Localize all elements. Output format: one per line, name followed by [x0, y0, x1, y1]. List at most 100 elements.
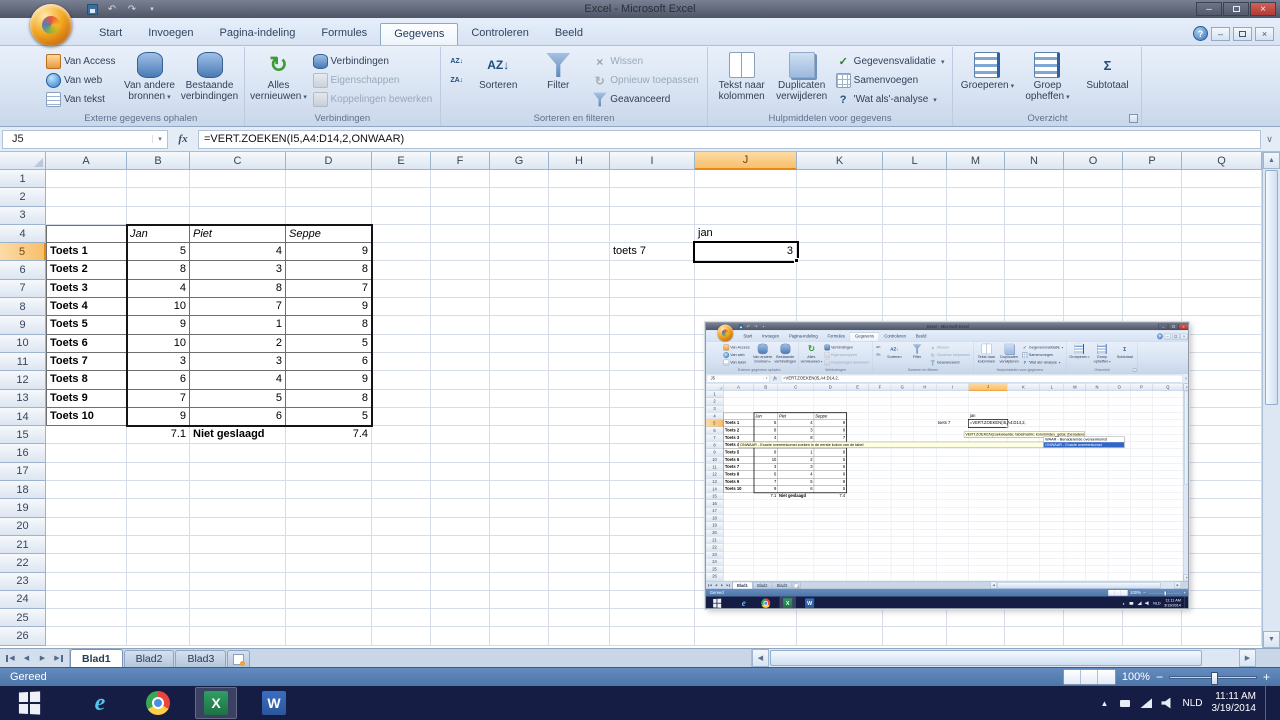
cell-H25[interactable] [549, 609, 610, 628]
cell-M5[interactable] [947, 243, 1005, 262]
cell-M7[interactable] [947, 279, 1005, 299]
cell-E25[interactable] [372, 609, 431, 628]
cell-M1[interactable] [947, 170, 1005, 189]
cell-D24[interactable] [286, 590, 372, 610]
cell-C18[interactable] [190, 481, 286, 500]
cell-B14[interactable]: 9 [127, 407, 190, 427]
cell-C21[interactable] [190, 535, 286, 555]
cell-C4[interactable]: Piet [190, 224, 286, 244]
first-sheet-button[interactable]: ◀ [3, 652, 18, 665]
cell-Q17[interactable] [1182, 462, 1262, 482]
row-header-12[interactable]: 12 [0, 371, 46, 390]
cell-E7[interactable] [372, 279, 431, 299]
cell-E8[interactable] [372, 298, 431, 317]
cell-G11[interactable] [490, 352, 549, 372]
cell-B10[interactable]: 10 [127, 334, 190, 353]
cell-Q16[interactable] [1182, 444, 1262, 463]
samenvoegen-button[interactable]: Samenvoegen [833, 72, 948, 89]
cell-A11[interactable]: Toets 7 [46, 352, 127, 372]
cell-J7[interactable] [695, 279, 797, 299]
cell-A2[interactable] [46, 188, 127, 207]
cell-L8[interactable] [883, 298, 947, 317]
cell-O5[interactable] [1064, 243, 1123, 262]
cell-Q12[interactable] [1182, 371, 1262, 390]
cell-Q21[interactable] [1182, 535, 1262, 555]
cell-N8[interactable] [1005, 298, 1064, 317]
cell-I18[interactable] [610, 481, 695, 500]
column-header-C[interactable]: C [190, 152, 286, 170]
row-header-20[interactable]: 20 [0, 517, 46, 536]
zoom-out-icon[interactable]: − [1156, 670, 1163, 684]
cell-F17[interactable] [431, 462, 490, 482]
column-header-Q[interactable]: Q [1182, 152, 1262, 170]
cell-G4[interactable] [490, 224, 549, 244]
cell-H15[interactable] [549, 426, 610, 445]
cell-K5[interactable] [797, 243, 883, 262]
tray-power-icon[interactable] [1119, 697, 1131, 709]
cell-I15[interactable] [610, 426, 695, 445]
cell-O2[interactable] [1064, 188, 1123, 207]
cell-C6[interactable]: 3 [190, 261, 286, 280]
cell-F13[interactable] [431, 389, 490, 408]
workbook-minimize-button[interactable]: – [1211, 26, 1230, 41]
vertical-scrollbar[interactable]: ▲ ▼ [1262, 152, 1280, 648]
cell-O3[interactable] [1064, 206, 1123, 225]
cell-P4[interactable] [1123, 224, 1182, 244]
sort-za-small-button[interactable]: ZA↓ [446, 72, 467, 89]
cell-K25[interactable] [797, 609, 883, 628]
cell-C22[interactable] [190, 554, 286, 573]
cell-G1[interactable] [490, 170, 549, 189]
cell-D4[interactable]: Seppe [286, 224, 372, 244]
verbindingen-button[interactable]: Verbindingen [310, 53, 436, 70]
cell-H4[interactable] [549, 224, 610, 244]
cell-Q8[interactable] [1182, 298, 1262, 317]
cell-C15[interactable]: Niet geslaagd [190, 426, 286, 445]
cell-A10[interactable]: Toets 6 [46, 334, 127, 353]
cell-Q9[interactable] [1182, 316, 1262, 335]
cell-Q15[interactable] [1182, 426, 1262, 445]
cell-B21[interactable] [127, 535, 190, 555]
row-header-13[interactable]: 13 [0, 389, 46, 408]
cell-E5[interactable] [372, 243, 431, 262]
cell-I3[interactable] [610, 206, 695, 225]
cell-G16[interactable] [490, 444, 549, 463]
cell-C13[interactable]: 5 [190, 389, 286, 408]
start-button[interactable] [0, 686, 58, 720]
cell-B12[interactable]: 6 [127, 371, 190, 390]
cell-A6[interactable]: Toets 2 [46, 261, 127, 280]
cell-F18[interactable] [431, 481, 490, 500]
cell-G12[interactable] [490, 371, 549, 390]
cell-H2[interactable] [549, 188, 610, 207]
cell-A17[interactable] [46, 462, 127, 482]
cell-E24[interactable] [372, 590, 431, 610]
cell-G17[interactable] [490, 462, 549, 482]
cell-Q5[interactable] [1182, 243, 1262, 262]
sort-az-small-button[interactable]: AZ↓ [446, 53, 467, 70]
cell-P5[interactable] [1123, 243, 1182, 262]
cell-C24[interactable] [190, 590, 286, 610]
cell-Q26[interactable] [1182, 627, 1262, 646]
row-header-10[interactable]: 10 [0, 334, 46, 353]
cell-G26[interactable] [490, 627, 549, 646]
cell-J25[interactable] [695, 609, 797, 628]
cell-H14[interactable] [549, 407, 610, 427]
cell-O25[interactable] [1064, 609, 1123, 628]
cell-H10[interactable] [549, 334, 610, 353]
row-header-8[interactable]: 8 [0, 298, 46, 317]
cell-A15[interactable] [46, 426, 127, 445]
cell-D20[interactable] [286, 517, 372, 536]
cell-I19[interactable] [610, 499, 695, 518]
cell-D10[interactable]: 5 [286, 334, 372, 353]
column-header-B[interactable]: B [127, 152, 190, 170]
cell-E10[interactable] [372, 334, 431, 353]
cell-A3[interactable] [46, 206, 127, 225]
cell-J4[interactable]: jan [695, 224, 797, 244]
cell-F25[interactable] [431, 609, 490, 628]
cell-L2[interactable] [883, 188, 947, 207]
cell-O26[interactable] [1064, 627, 1123, 646]
cell-M4[interactable] [947, 224, 1005, 244]
cell-A9[interactable]: Toets 5 [46, 316, 127, 335]
tray-volume-icon[interactable] [1161, 697, 1173, 709]
duplicaten-verwijderen-button[interactable]: Duplicaten verwijderen [773, 49, 831, 107]
cell-B8[interactable]: 10 [127, 298, 190, 317]
